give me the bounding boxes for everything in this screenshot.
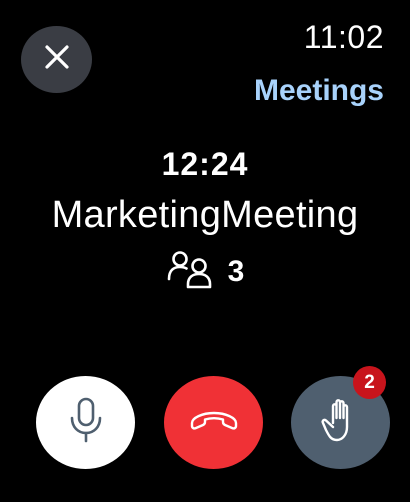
- raised-hand-icon: [320, 397, 361, 448]
- participants-count: 3: [227, 254, 245, 288]
- microphone-icon: [68, 396, 104, 449]
- app-title[interactable]: Meetings: [254, 74, 384, 108]
- close-icon: [43, 43, 71, 76]
- participants-indicator: 3: [0, 249, 410, 294]
- raise-hand-count-badge: 2: [353, 366, 386, 399]
- status-time: 11:02: [303, 19, 384, 55]
- call-duration: 12:24: [161, 146, 249, 182]
- hang-up-button[interactable]: [164, 376, 263, 469]
- close-button[interactable]: [21, 26, 92, 93]
- participants-icon: [166, 249, 216, 294]
- phone-hangup-icon: [189, 407, 239, 438]
- meeting-name: MarketingMeeting: [51, 194, 359, 236]
- microphone-button[interactable]: [36, 376, 135, 469]
